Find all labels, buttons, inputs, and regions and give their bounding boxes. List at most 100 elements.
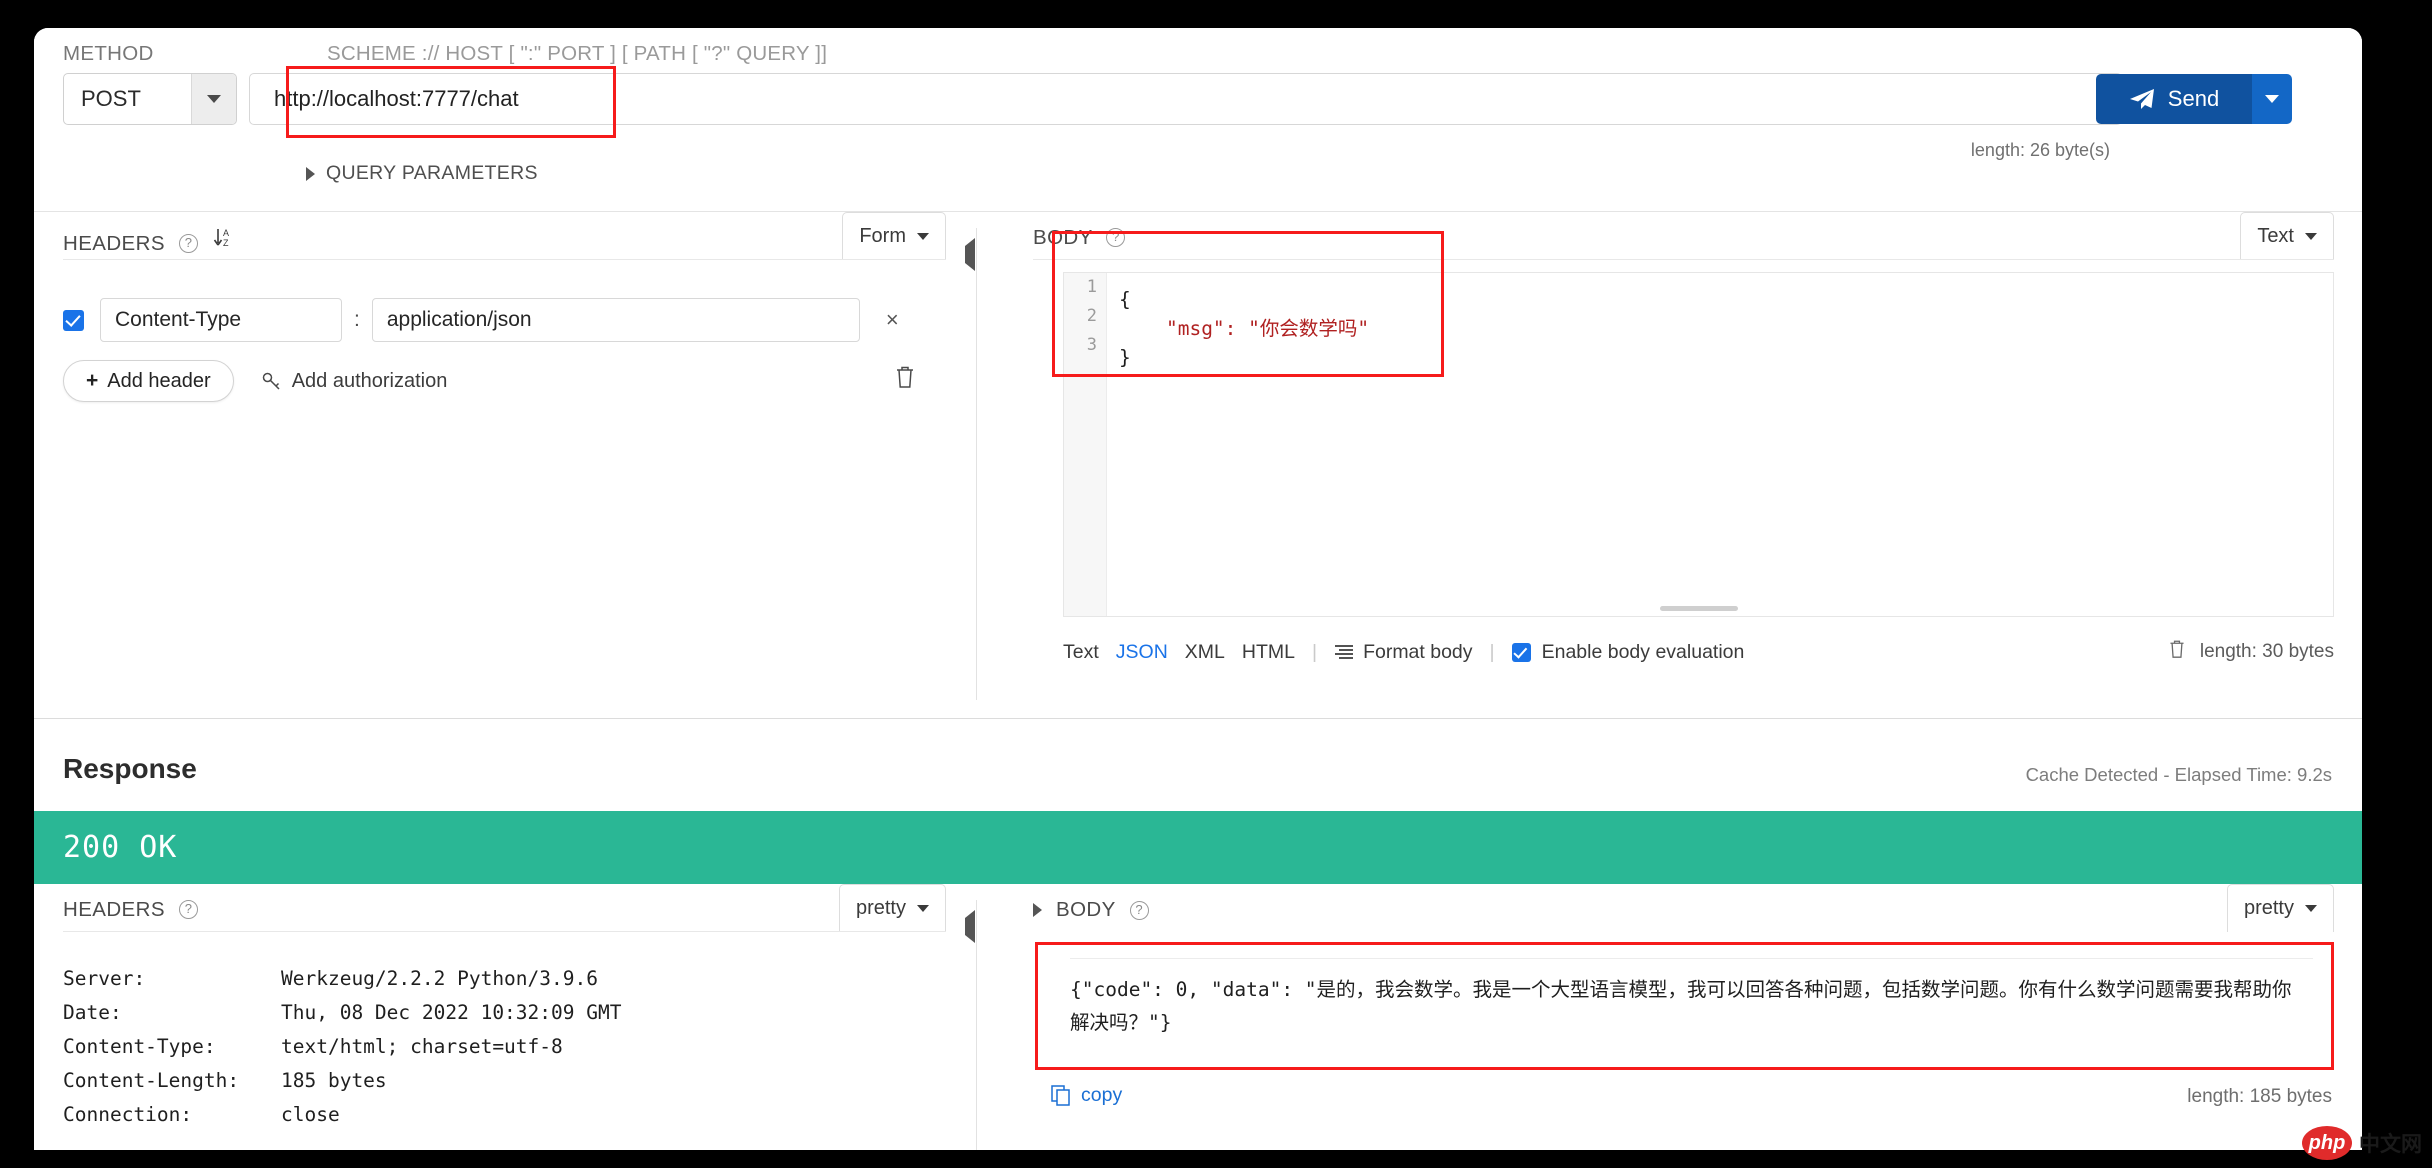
separator: |	[1311, 640, 1318, 663]
response-headers-view-select[interactable]: pretty	[838, 884, 946, 932]
add-authorization-button[interactable]: Add authorization	[262, 370, 447, 393]
chevron-down-icon	[2265, 95, 2279, 103]
query-parameters-label: QUERY PARAMETERS	[326, 162, 538, 184]
copy-icon	[1051, 1085, 1070, 1106]
line-number: 3	[1086, 335, 1097, 355]
request-body-title: BODY	[1033, 226, 1093, 249]
collapse-headers-panel-button[interactable]	[965, 238, 975, 271]
body-format-tab-xml[interactable]: XML	[1185, 641, 1225, 664]
sort-alpha-icon[interactable]: A Z	[213, 226, 233, 254]
response-body-panel: BODY ? pretty {"code": 0, "data": "是的，我会…	[1019, 884, 2362, 1150]
paper-plane-icon	[2129, 89, 2154, 109]
response-headers-title-group: HEADERS ?	[63, 898, 199, 922]
line-number: 2	[1086, 306, 1097, 326]
api-client-window: METHOD SCHEME :// HOST [ ":" PORT ] [ PA…	[34, 28, 2362, 1150]
enable-body-evaluation-toggle[interactable]: Enable body evaluation	[1511, 640, 1745, 664]
header-colon: :	[354, 308, 360, 331]
header-key: Content-Length:	[63, 1069, 240, 1092]
request-body-header: BODY ? Text	[1019, 212, 2362, 274]
response-headers-view-value: pretty	[855, 897, 906, 919]
response-section: Response Cache Detected - Elapsed Time: …	[34, 718, 2362, 1150]
header-value: close	[281, 1103, 340, 1126]
triangle-left-icon	[965, 238, 975, 271]
header-value: Werkzeug/2.2.2 Python/3.9.6	[281, 967, 598, 990]
method-dropdown-toggle[interactable]	[191, 74, 236, 124]
add-header-button[interactable]: + Add header	[63, 360, 234, 402]
code-line: }	[1119, 346, 1131, 369]
method-select[interactable]: POST	[63, 73, 237, 125]
header-key: Server:	[63, 967, 146, 990]
triangle-right-icon[interactable]	[1033, 903, 1042, 917]
divider	[63, 931, 946, 932]
format-body-label: Format body	[1363, 640, 1473, 663]
response-status-bar: 200 OK	[34, 811, 2362, 884]
header-enabled-checkbox[interactable]	[63, 309, 84, 331]
request-body-footer-right: length: 30 bytes	[2168, 639, 2334, 665]
chevron-down-icon	[917, 233, 929, 240]
send-options-toggle[interactable]	[2252, 74, 2292, 124]
request-body-editor[interactable]: 1 2 3 { "msg": "你会数学吗"}	[1063, 272, 2334, 617]
help-icon[interactable]: ?	[1106, 228, 1126, 247]
table-row: Connection: close	[63, 1098, 946, 1132]
header-actions-row: + Add header Add authorization	[63, 359, 946, 403]
triangle-left-icon	[965, 910, 975, 943]
header-row: Content-Type : application/json ×	[63, 297, 946, 343]
response-headers-title: HEADERS	[63, 898, 165, 921]
horizontal-scrollbar[interactable]	[1659, 606, 1738, 611]
enable-body-evaluation-label: Enable body evaluation	[1541, 640, 1745, 663]
clear-body-button[interactable]	[2168, 639, 2186, 665]
copy-response-button[interactable]: copy	[1051, 1084, 1122, 1107]
header-key: Date:	[63, 1001, 122, 1024]
format-body-button[interactable]: Format body	[1334, 640, 1473, 664]
chevron-down-icon	[2305, 233, 2317, 240]
body-format-tab-text[interactable]: Text	[1063, 641, 1099, 664]
request-headers-title: HEADERS	[63, 232, 165, 255]
header-key-input[interactable]: Content-Type	[100, 298, 342, 342]
line-number: 1	[1086, 277, 1097, 297]
response-headers-table: Server: Werkzeug/2.2.2 Python/3.9.6 Date…	[63, 962, 946, 1132]
chevron-down-icon	[2305, 905, 2317, 912]
request-body-view-select[interactable]: Text	[2240, 212, 2334, 260]
chevron-down-icon	[207, 95, 221, 103]
query-parameters-toggle[interactable]: QUERY PARAMETERS	[306, 162, 538, 185]
send-button-label: Send	[2167, 86, 2220, 111]
response-panels: HEADERS ? pretty Server: Werkzeug/2.2.2 …	[34, 884, 2362, 1150]
help-icon[interactable]: ?	[1129, 900, 1149, 920]
watermark: php 中文网	[2302, 1126, 2422, 1160]
request-body-panel: BODY ? Text 1 2 3 { "msg": "你会数学吗"} Tex…	[1019, 212, 2362, 718]
request-section: METHOD SCHEME :// HOST [ ":" PORT ] [ PA…	[34, 28, 2362, 718]
request-body-code[interactable]: { "msg": "你会数学吗"}	[1119, 285, 2325, 372]
request-panels: HEADERS ? A Z Form Content-Type: applic…	[34, 212, 2362, 718]
response-body-title-group: BODY ?	[1033, 898, 1149, 922]
delete-all-headers-button[interactable]	[894, 365, 916, 394]
response-headers-panel: HEADERS ? pretty Server: Werkzeug/2.2.2 …	[34, 884, 974, 1150]
svg-text:Z: Z	[223, 238, 229, 248]
chevron-down-icon	[917, 905, 929, 912]
request-headers-header: HEADERS ? A Z Form	[34, 212, 974, 274]
table-row: Content-Length: 185 bytes	[63, 1064, 946, 1098]
url-input[interactable]: http://localhost:7777/chat	[249, 73, 2122, 125]
url-bar-labels: METHOD SCHEME :// HOST [ ":" PORT ] [ PA…	[34, 42, 2362, 66]
request-body-title-group: BODY ?	[1033, 226, 1126, 250]
enable-body-evaluation-checkbox[interactable]	[1511, 642, 1531, 662]
header-remove-button[interactable]: ×	[886, 307, 899, 333]
code-line: {	[1119, 288, 1131, 311]
table-row: Date: Thu, 08 Dec 2022 10:32:09 GMT	[63, 996, 946, 1030]
request-headers-title-group: HEADERS ? A Z	[63, 226, 233, 256]
request-headers-view-select[interactable]: Form	[842, 212, 946, 260]
trash-icon	[897, 366, 913, 388]
copy-label: copy	[1081, 1084, 1123, 1106]
body-format-tab-html[interactable]: HTML	[1242, 641, 1295, 664]
help-icon[interactable]: ?	[179, 234, 199, 253]
collapse-response-headers-button[interactable]	[965, 910, 975, 943]
response-body-length: length: 185 bytes	[2187, 1086, 2332, 1107]
table-row: Content-Type: text/html; charset=utf-8	[63, 1030, 946, 1064]
watermark-badge: php	[2302, 1126, 2352, 1160]
body-format-tab-json[interactable]: JSON	[1116, 641, 1168, 664]
header-value-input[interactable]: application/json	[371, 298, 860, 342]
send-button[interactable]: Send	[2096, 74, 2252, 124]
response-body-view-select[interactable]: pretty	[2226, 884, 2334, 932]
response-body-header: BODY ? pretty	[1019, 884, 2362, 946]
help-icon[interactable]: ?	[179, 900, 199, 919]
panel-divider	[976, 900, 977, 1150]
